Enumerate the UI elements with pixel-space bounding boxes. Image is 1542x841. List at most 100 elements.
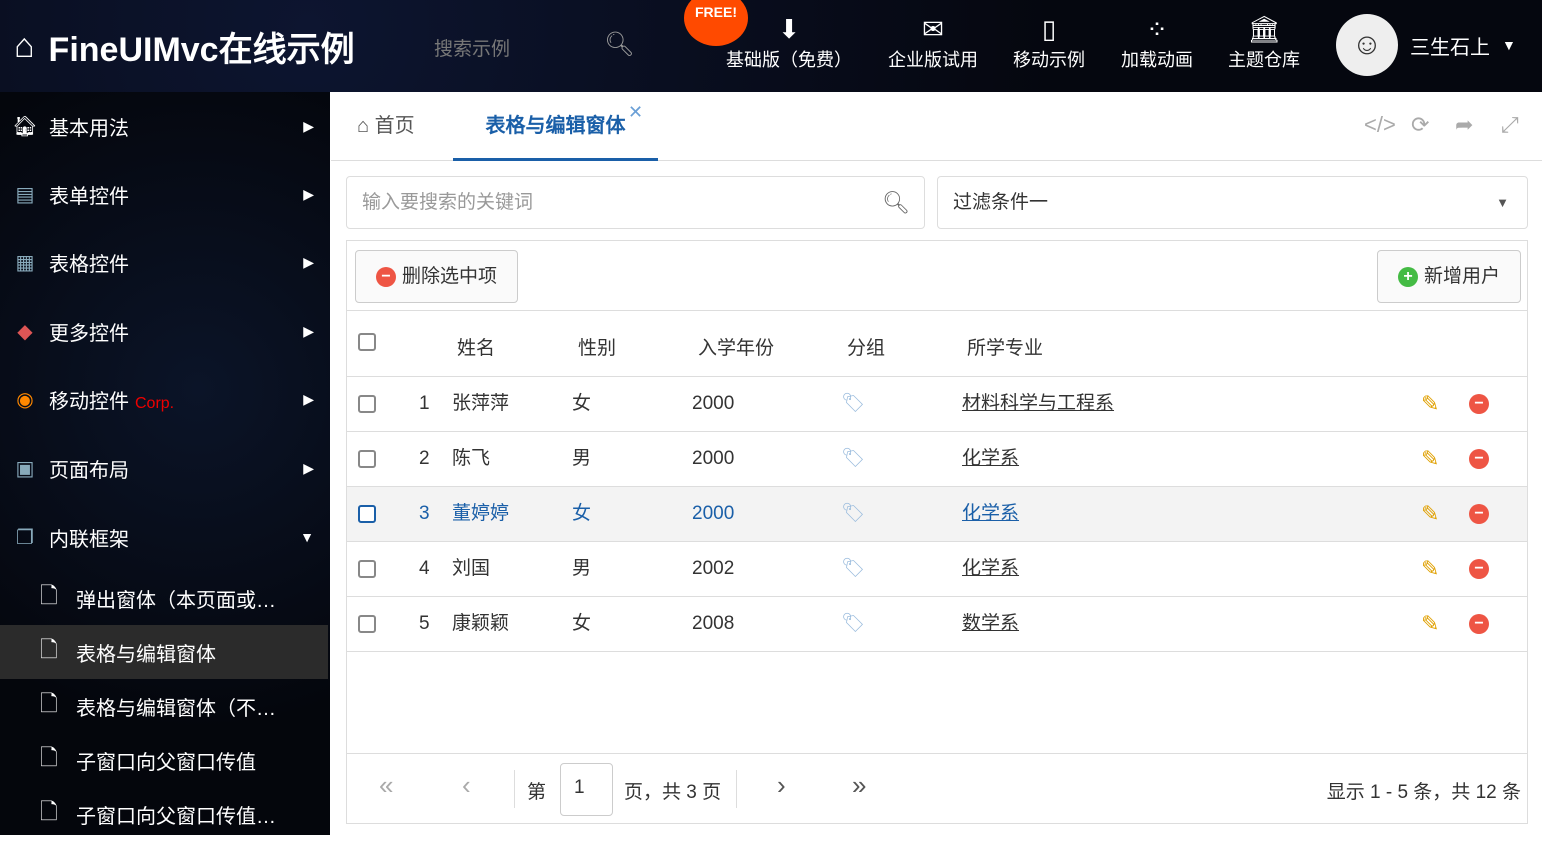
logo[interactable]: ⌂ FineUIMvc在线示例	[14, 22, 355, 71]
rss-icon: ◉	[16, 388, 34, 411]
row-checkbox[interactable]	[358, 615, 376, 633]
caret-right-icon: ▶	[303, 459, 314, 476]
sidebar-item-basic[interactable]: 🏠︎ 基本用法 ▶	[0, 96, 330, 156]
table-row[interactable]: 3 董婷婷 女 2000 🏷︎ 化学系 ✎ −	[347, 487, 1527, 542]
tab-home[interactable]: ⌂ 首页	[357, 92, 415, 161]
column-header[interactable]: 性别	[578, 333, 616, 360]
next-page-icon[interactable]: ›	[777, 770, 786, 801]
caret-right-icon: ▶	[303, 253, 314, 270]
column-header[interactable]: 入学年份	[698, 333, 774, 360]
row-checkbox[interactable]	[358, 395, 376, 413]
layout-icon: ▣	[15, 457, 35, 480]
blocks-icon: ◆	[17, 320, 33, 343]
pager: « ‹ 第 1 页，共 3 页 › » 显示 1 - 5 条，共 12 条	[347, 753, 1527, 823]
prev-page-icon[interactable]: ‹	[462, 770, 471, 801]
mobile-icon: ▯	[1041, 14, 1057, 44]
major-link[interactable]: 化学系	[962, 487, 1019, 541]
page-number-input[interactable]: 1	[560, 763, 613, 816]
sidebar-child-item[interactable]: 🗋 子窗口向父窗口传值	[0, 733, 328, 787]
delete-row-icon[interactable]: −	[1469, 394, 1489, 414]
plus-circle-icon: +	[1397, 266, 1418, 287]
source-code-icon[interactable]: </>	[1364, 112, 1396, 138]
cell-sex: 男	[572, 558, 592, 579]
tag-icon: 🏷︎	[841, 503, 866, 524]
top-header: ⌂ FineUIMvc在线示例 搜索示例 🔍︎ FREE! ⬇ 基础版（免费） ✉ 企…	[0, 0, 1542, 92]
row-number: 2	[419, 448, 430, 469]
sidebar-child-item[interactable]: 🗋 表格与编辑窗体（不…	[0, 679, 328, 733]
header-search-input[interactable]: 搜索示例	[434, 34, 510, 61]
caret-right-icon: ▶	[303, 185, 314, 202]
sidebar-item-layout[interactable]: ▣ 页面布局 ▶	[0, 438, 330, 498]
column-header[interactable]: 分组	[847, 333, 885, 360]
search-icon[interactable]: 🔍︎	[604, 30, 634, 59]
search-icon[interactable]: 🔍︎	[882, 177, 910, 228]
nav-enterprise[interactable]: ✉ 企业版试用	[888, 12, 978, 72]
tag-icon: 🏷︎	[841, 613, 866, 634]
bank-icon: 🏛︎	[1247, 14, 1281, 44]
major-link[interactable]: 化学系	[962, 542, 1019, 596]
last-page-icon[interactable]: »	[852, 770, 866, 801]
avatar: ☺	[1336, 14, 1398, 76]
sidebar-item-form[interactable]: ▤ 表单控件 ▶	[0, 164, 330, 224]
major-link[interactable]: 数学系	[962, 597, 1019, 651]
close-icon[interactable]: ✕	[628, 102, 643, 123]
sidebar-item-more[interactable]: ◆ 更多控件 ▶	[0, 301, 330, 361]
grid-panel: − 删除选中项 + 新增用户 姓名 性别 入学年份 分组 所学专业 1 张萍萍 女 …	[346, 240, 1528, 824]
sidebar-child-item[interactable]: 🗋 子窗口向父窗口传值…	[0, 787, 328, 841]
sidebar-item-grid[interactable]: ▦ 表格控件 ▶	[0, 232, 330, 292]
sidebar-child-item-selected[interactable]: 🗋 表格与编辑窗体	[0, 625, 328, 679]
cell-sex: 女	[572, 393, 592, 414]
pencil-icon[interactable]: ✎	[1421, 487, 1439, 541]
first-page-icon[interactable]: «	[379, 770, 393, 801]
user-menu[interactable]: ☺ 三生石上 ▼	[1336, 14, 1516, 76]
table-row[interactable]: 4 刘国 男 2002 🏷︎ 化学系 ✎ −	[347, 542, 1527, 597]
delete-row-icon[interactable]: −	[1469, 504, 1489, 524]
delete-row-icon[interactable]: −	[1469, 614, 1489, 634]
table-row[interactable]: 5 康颖颖 女 2008 🏷︎ 数学系 ✎ −	[347, 597, 1527, 652]
tag-icon: 🏷︎	[841, 393, 866, 414]
delete-row-icon[interactable]: −	[1469, 559, 1489, 579]
major-link[interactable]: 材料科学与工程系	[962, 377, 1114, 431]
major-link[interactable]: 化学系	[962, 432, 1019, 486]
delete-selected-button[interactable]: − 删除选中项	[355, 250, 519, 303]
file-icon: 🗋	[40, 745, 58, 770]
nav-basic[interactable]: ⬇ 基础版（免费）	[726, 12, 852, 72]
share-icon[interactable]: ➦	[1455, 112, 1473, 138]
pencil-icon[interactable]: ✎	[1421, 432, 1439, 486]
sidebar-item-iframe[interactable]: ❐ 内联框架 ▼	[0, 507, 330, 567]
row-checkbox[interactable]	[358, 505, 376, 523]
keyword-search-input[interactable]: 输入要搜索的关键词 🔍︎	[346, 176, 925, 229]
cell-name: 刘国	[452, 558, 491, 579]
delete-row-icon[interactable]: −	[1469, 449, 1489, 469]
table-row[interactable]: 1 张萍萍 女 2000 🏷︎ 材料科学与工程系 ✎ −	[347, 377, 1527, 432]
refresh-icon[interactable]: ⟳	[1411, 112, 1429, 138]
row-number: 5	[419, 613, 430, 634]
spinner-icon: ⁘	[1146, 14, 1168, 44]
filter-select[interactable]: 过滤条件一 ▼	[937, 176, 1528, 229]
fullscreen-icon[interactable]: ⤢	[1501, 112, 1519, 138]
pencil-icon[interactable]: ✎	[1421, 597, 1439, 651]
sidebar-item-mobile[interactable]: ◉ 移动控件 Corp. ▶	[0, 369, 330, 429]
download-icon: ⬇	[778, 14, 800, 44]
sidebar-child-item[interactable]: 🗋 弹出窗体（本页面或…	[0, 571, 328, 625]
table-row[interactable]: 2 陈飞 男 2000 🏷︎ 化学系 ✎ −	[347, 432, 1527, 487]
form-icon: ▤	[15, 183, 35, 206]
nav-themes[interactable]: 🏛︎ 主题仓库	[1228, 12, 1300, 72]
row-checkbox[interactable]	[358, 450, 376, 468]
cell-name: 康颖颖	[452, 613, 510, 634]
cell-year: 2000	[692, 393, 735, 414]
pencil-icon[interactable]: ✎	[1421, 377, 1439, 431]
select-all-checkbox[interactable]	[358, 333, 376, 351]
file-icon: 🗋	[40, 691, 58, 716]
row-number: 4	[419, 558, 430, 579]
pencil-icon[interactable]: ✎	[1421, 542, 1439, 596]
nav-mobile[interactable]: ▯ 移动示例	[1013, 12, 1085, 72]
row-checkbox[interactable]	[358, 560, 376, 578]
add-user-button[interactable]: + 新增用户	[1376, 250, 1521, 303]
nav-loading[interactable]: ⁘ 加载动画	[1121, 12, 1193, 72]
caret-down-icon: ▼	[1496, 195, 1509, 210]
cell-sex: 女	[572, 613, 592, 634]
column-header[interactable]: 所学专业	[967, 333, 1043, 360]
caret-right-icon: ▶	[303, 117, 314, 134]
column-header[interactable]: 姓名	[457, 333, 495, 360]
